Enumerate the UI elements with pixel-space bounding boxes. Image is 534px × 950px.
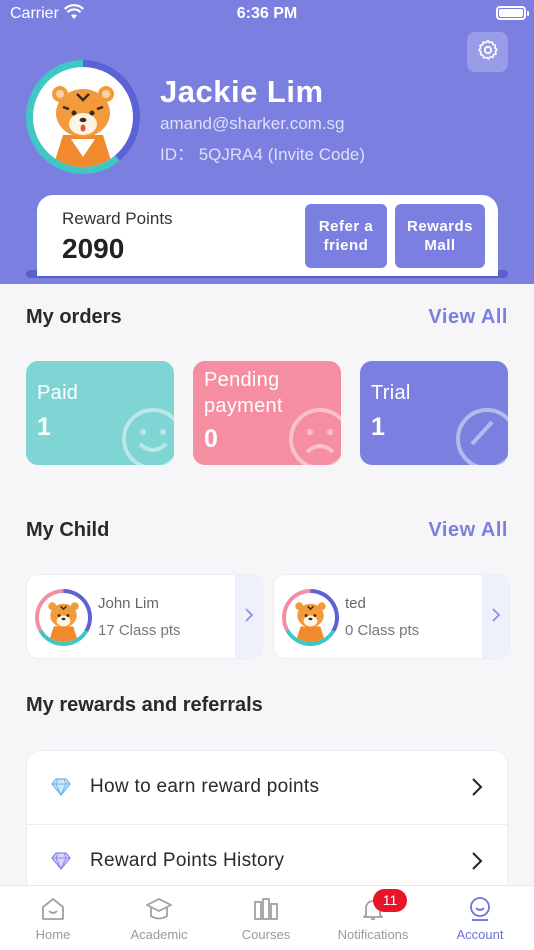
user-name: Jackie Lim [160, 74, 324, 109]
order-card-paid[interactable]: Paid 1 [26, 361, 174, 465]
account-screen: Carrier 6:36 PM Jackie Lim amand@sharker… [0, 0, 534, 950]
tiger-avatar-icon [33, 67, 133, 167]
child-name: ted [345, 595, 366, 612]
chevron-right-icon [491, 607, 501, 628]
order-label: Trial [371, 382, 411, 404]
home-icon [0, 896, 106, 922]
gear-icon [476, 38, 500, 67]
menu-label: How to earn reward points [90, 776, 320, 797]
orders-view-all-link[interactable]: View All [428, 306, 508, 329]
sad-face-icon [285, 404, 341, 465]
smile-face-icon [118, 404, 174, 465]
order-card-pending[interactable]: Pending payment 0 [193, 361, 341, 465]
rewards-mall-button[interactable]: Rewards Mall [395, 204, 485, 268]
tab-label: Account [456, 927, 504, 942]
tab-academic[interactable]: Academic [106, 886, 212, 950]
order-count: 0 [204, 425, 218, 453]
notification-badge: 11 [373, 889, 407, 912]
child-card[interactable]: John Lim 17 Class pts [26, 574, 263, 659]
orders-title: My orders [26, 306, 122, 328]
chevron-right-icon [471, 851, 483, 876]
profile-header: Carrier 6:36 PM Jackie Lim amand@sharker… [0, 0, 534, 284]
tiger-avatar-icon [39, 593, 88, 642]
diamond-icon [51, 852, 71, 875]
tab-label: Notifications [337, 927, 409, 942]
tab-courses[interactable]: Courses [213, 886, 319, 950]
tab-label: Courses [241, 927, 291, 942]
diamond-icon [51, 778, 71, 801]
chevron-right-icon [244, 607, 254, 628]
child-points: 0 Class pts [345, 622, 420, 639]
reward-points-value: 2090 [62, 233, 125, 264]
order-count: 1 [37, 413, 51, 441]
child-title: My Child [26, 519, 110, 541]
academic-icon [106, 896, 212, 922]
chevron-right-icon [471, 777, 483, 802]
tab-home[interactable]: Home [0, 886, 106, 950]
child-name: John Lim [98, 595, 159, 612]
tab-label: Academic [130, 927, 188, 942]
child-card[interactable]: ted 0 Class pts [273, 574, 510, 659]
tab-bar: Home Academic Courses Notifications Acco… [0, 885, 534, 950]
trial-clock-icon [452, 404, 508, 465]
order-count: 1 [371, 413, 385, 441]
order-label: Paid [37, 382, 79, 404]
menu-item-earn-points[interactable]: How to earn reward points [27, 751, 507, 825]
battery-icon [496, 6, 529, 20]
reward-points-card: Reward Points 2090 Refer a friend Reward… [37, 195, 498, 276]
tiger-avatar-icon [286, 593, 335, 642]
user-email: amand@sharker.com.sg [160, 114, 345, 133]
menu-label: Reward Points History [90, 850, 285, 871]
child-arrow-button[interactable] [482, 575, 509, 658]
child-arrow-button[interactable] [235, 575, 262, 658]
order-card-trial[interactable]: Trial 1 [360, 361, 508, 465]
reward-points-label: Reward Points [62, 209, 173, 228]
account-icon [427, 896, 533, 922]
courses-icon [213, 896, 319, 922]
child-avatar [35, 589, 92, 646]
tab-account[interactable]: Account [427, 886, 533, 950]
child-points: 17 Class pts [98, 622, 181, 639]
avatar[interactable] [26, 60, 140, 174]
status-bar: Carrier 6:36 PM [0, 0, 534, 30]
rewards-title: My rewards and referrals [26, 694, 263, 716]
rewards-menu: How to earn reward points Reward Points … [26, 750, 508, 900]
tab-label: Home [35, 927, 71, 942]
settings-button[interactable] [467, 32, 508, 72]
refer-friend-button[interactable]: Refer a friend [305, 204, 387, 268]
child-view-all-link[interactable]: View All [428, 519, 508, 542]
child-avatar [282, 589, 339, 646]
invite-code: ID： 5QJRA4 (Invite Code) [160, 145, 366, 164]
status-time: 6:36 PM [236, 5, 298, 22]
